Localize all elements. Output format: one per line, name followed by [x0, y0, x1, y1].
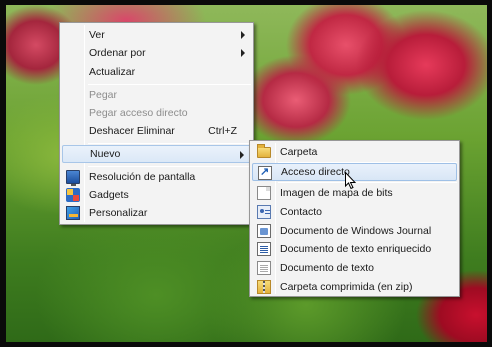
menu-item-label: Ordenar por [89, 47, 146, 59]
desktop-context-menu: Ver Ordenar por Actualizar Pegar Pegar a… [59, 22, 254, 225]
rich-text-icon [257, 242, 271, 256]
screenshot-frame: Ver Ordenar por Actualizar Pegar Pegar a… [0, 0, 492, 347]
contact-icon [257, 205, 271, 219]
menu-item-label: Nuevo [90, 148, 121, 160]
menu-item-label: Ver [89, 29, 105, 41]
menu-separator [88, 84, 251, 85]
menu-item-nuevo[interactable]: Nuevo [62, 145, 251, 163]
submenu-item-documento-texto[interactable]: Documento de texto [252, 259, 457, 277]
menu-item-label: Acceso directo [281, 166, 350, 178]
bitmap-icon [257, 186, 271, 200]
menu-item-label: Deshacer Eliminar [89, 125, 175, 137]
zip-folder-icon [257, 280, 271, 294]
submenu-item-contacto[interactable]: Contacto [252, 203, 457, 221]
monitor-icon [66, 170, 80, 186]
menu-item-actualizar[interactable]: Actualizar [62, 63, 251, 81]
shortcut-label: Ctrl+Z [208, 125, 237, 137]
menu-item-label: Carpeta comprimida (en zip) [280, 281, 413, 293]
menu-item-label: Resolución de pantalla [89, 171, 196, 183]
submenu-arrow-icon [240, 151, 244, 159]
menu-item-label: Documento de texto [280, 262, 374, 274]
submenu-arrow-icon [241, 31, 245, 39]
menu-item-label: Contacto [280, 206, 323, 218]
menu-item-gadgets[interactable]: Gadgets [62, 186, 251, 204]
menu-item-personalizar[interactable]: Personalizar [62, 204, 251, 222]
gadgets-icon [66, 188, 80, 202]
menu-separator [88, 166, 251, 167]
menu-item-pegar[interactable]: Pegar [62, 86, 251, 104]
text-document-icon [257, 261, 271, 275]
menu-item-label: Documento de texto enriquecido [280, 243, 432, 255]
submenu-item-carpeta[interactable]: Carpeta [252, 143, 457, 161]
menu-separator [278, 182, 457, 183]
menu-item-label: Documento de Windows Journal [280, 225, 432, 237]
shortcut-icon [258, 165, 272, 180]
desktop-wallpaper[interactable]: Ver Ordenar por Actualizar Pegar Pegar a… [6, 5, 487, 342]
personalize-icon [66, 206, 80, 220]
menu-item-ordenar-por[interactable]: Ordenar por [62, 44, 251, 62]
menu-item-label: Pegar [89, 89, 118, 101]
menu-item-label: Gadgets [89, 189, 129, 201]
submenu-arrow-icon [241, 49, 245, 57]
menu-item-deshacer-eliminar[interactable]: Deshacer Eliminar Ctrl+Z [62, 122, 251, 140]
menu-item-label: Personalizar [89, 207, 148, 219]
journal-icon [257, 224, 271, 238]
menu-separator [88, 143, 251, 144]
submenu-item-windows-journal[interactable]: Documento de Windows Journal [252, 222, 457, 240]
menu-item-ver[interactable]: Ver [62, 26, 251, 44]
menu-item-label: Actualizar [89, 66, 136, 78]
menu-item-resolucion-pantalla[interactable]: Resolución de pantalla [62, 168, 251, 186]
submenu-item-carpeta-comprimida[interactable]: Carpeta comprimida (en zip) [252, 278, 457, 296]
menu-item-pegar-acceso-directo[interactable]: Pegar acceso directo [62, 104, 251, 122]
new-submenu: Carpeta Acceso directo Imagen de mapa de… [249, 140, 460, 297]
menu-item-label: Imagen de mapa de bits [280, 187, 393, 199]
menu-item-label: Pegar acceso directo [89, 107, 188, 119]
menu-item-label: Carpeta [280, 146, 318, 158]
folder-icon [257, 144, 271, 158]
submenu-item-texto-enriquecido[interactable]: Documento de texto enriquecido [252, 240, 457, 258]
